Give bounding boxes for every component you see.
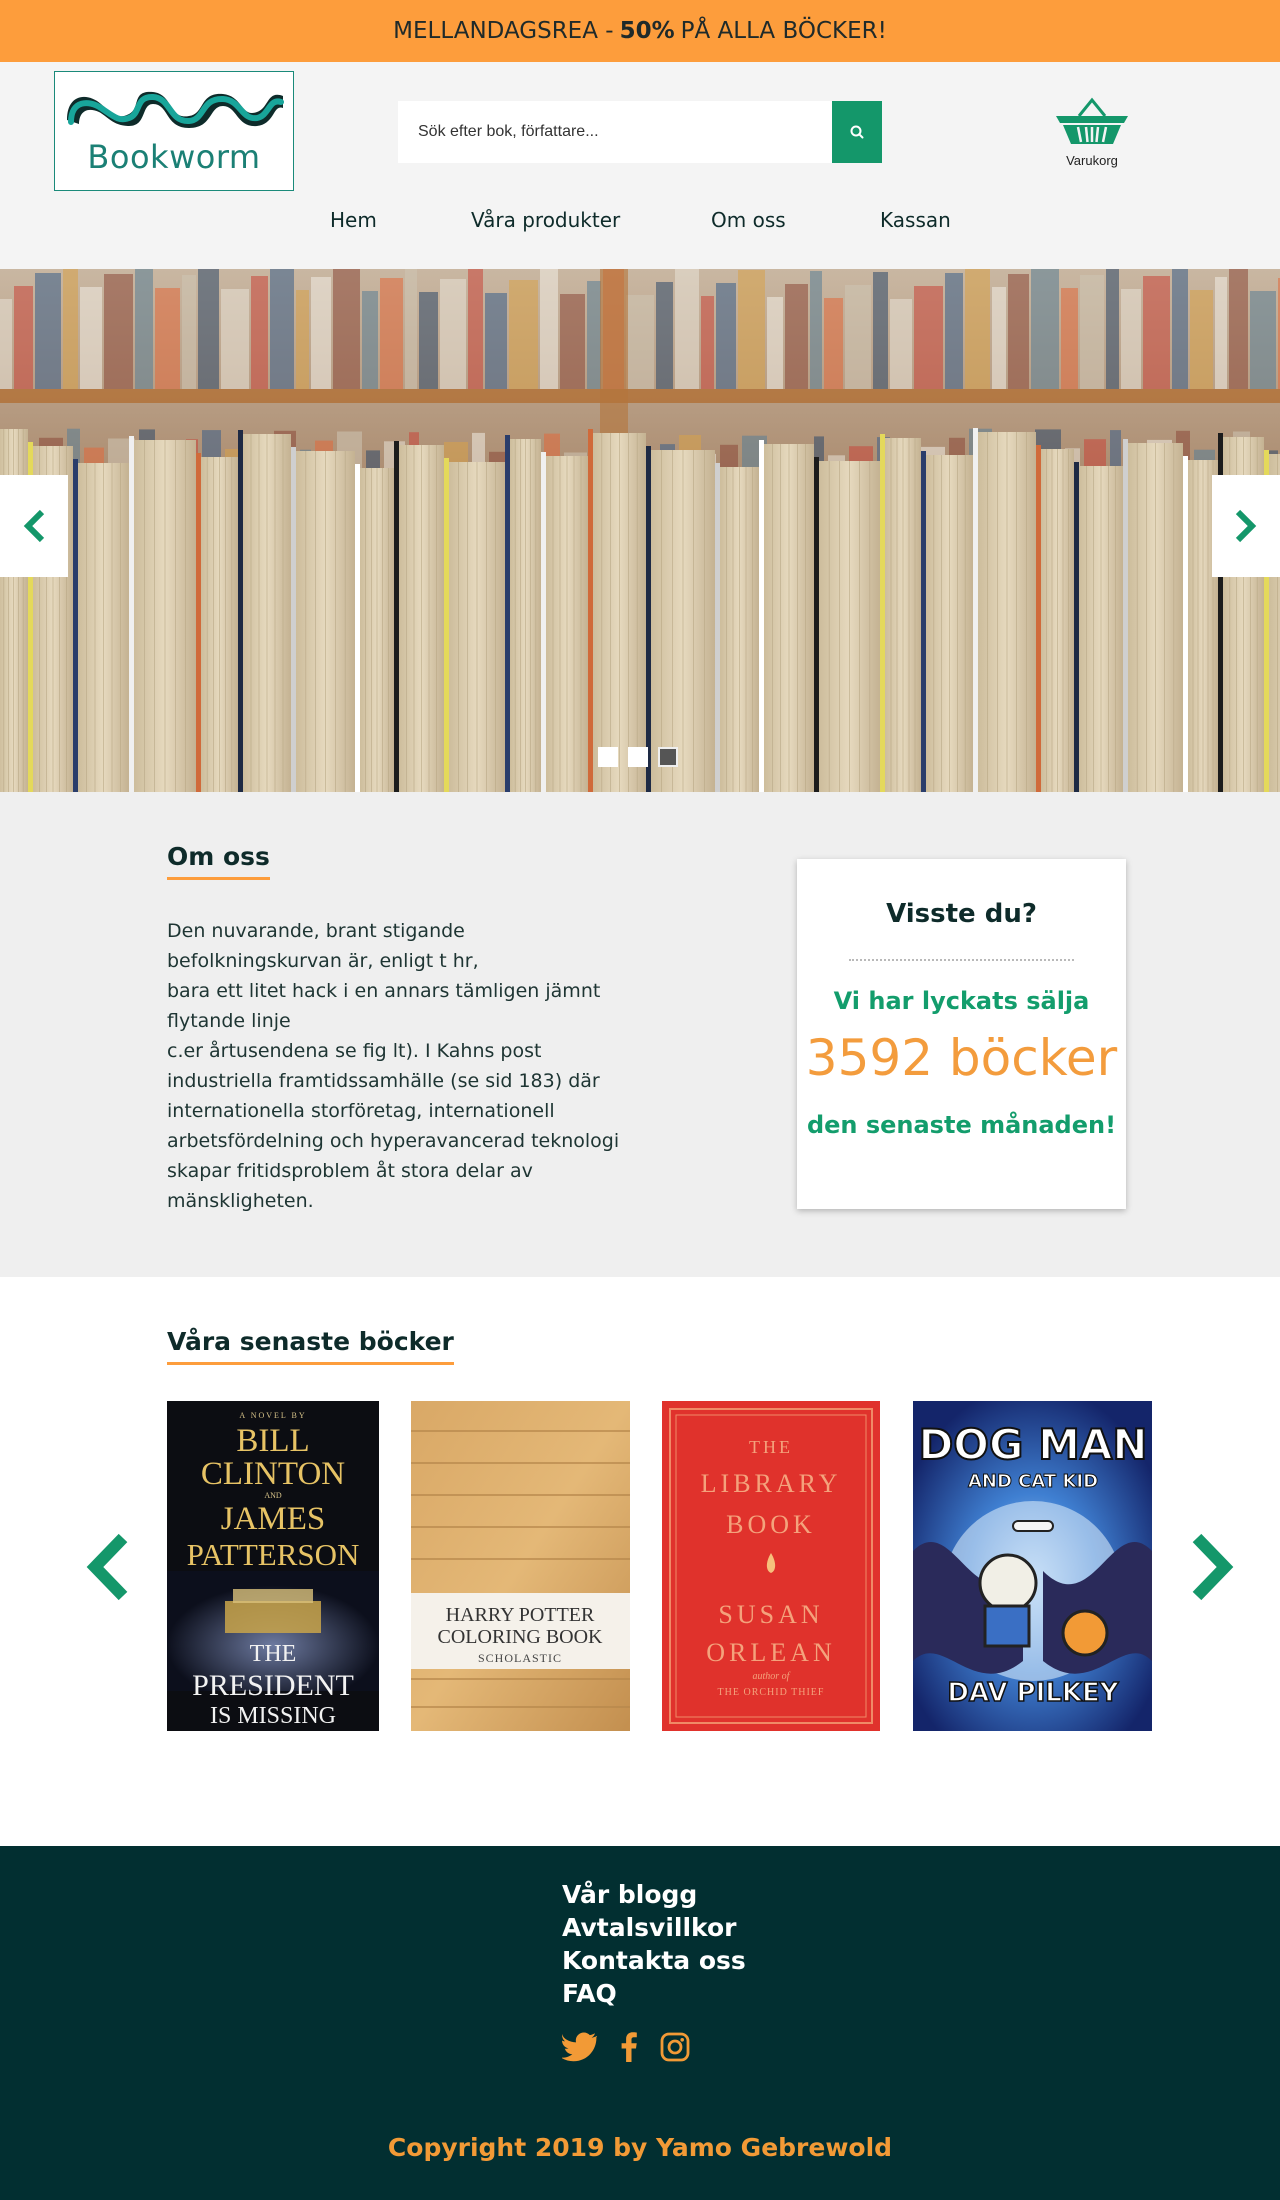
- book-text: BILL: [236, 1423, 309, 1459]
- nav-item-om-oss[interactable]: Om oss: [711, 208, 786, 232]
- cart-label: Varukorg: [1066, 153, 1118, 168]
- hero-prev-button[interactable]: [0, 475, 68, 577]
- footer-link-contact[interactable]: Kontakta oss: [562, 1944, 746, 1977]
- chevron-right-icon: [1192, 1533, 1234, 1601]
- about-section: Om oss Den nuvarande, brant stigande bef…: [0, 792, 1280, 1277]
- book-cover-president-is-missing[interactable]: A NOVEL BY BILL CLINTON AND JAMES PATTER…: [167, 1401, 379, 1731]
- book-text: author of: [753, 1671, 791, 1682]
- books-prev-button[interactable]: [78, 1527, 138, 1607]
- book-text: IS MISSING: [210, 1703, 336, 1729]
- site-footer: Vår blogg Avtalsvillkor Kontakta oss FAQ…: [0, 1846, 1280, 2200]
- about-line: internationella storföretag, internation…: [167, 1100, 555, 1122]
- worm-logo-icon: [67, 91, 284, 128]
- nav-item-vara-produkter[interactable]: Våra produkter: [471, 208, 620, 232]
- fact-line-1: Vi har lyckats sälja: [833, 987, 1090, 1015]
- about-line: mänskligheten.: [167, 1190, 314, 1212]
- carousel-dot-3[interactable]: [658, 747, 678, 767]
- latest-books-section: Våra senaste böcker A NOVEL BY BILL CLIN…: [0, 1277, 1280, 1846]
- book-cover-harry-potter-coloring[interactable]: HARRY POTTER COLORING BOOK SCHOLASTIC: [411, 1401, 630, 1731]
- carousel-indicators: [598, 747, 678, 767]
- book-text: CLINTON: [201, 1456, 345, 1492]
- book-text: THE ORCHID THIEF: [718, 1687, 825, 1698]
- fact-title: Visste du?: [886, 899, 1037, 929]
- bookshelf-photo: [0, 269, 1280, 792]
- cart-button[interactable]: Varukorg: [1052, 96, 1132, 168]
- footer-links: Vår blogg Avtalsvillkor Kontakta oss FAQ: [562, 1878, 746, 2010]
- twitter-icon: [562, 2032, 598, 2062]
- promo-highlight: 50%: [619, 18, 675, 44]
- about-line: skapar fritidsproblem åt stora delar av: [167, 1160, 533, 1182]
- about-line: c.er årtusendena se fig lt). I Kahns pos…: [167, 1040, 542, 1062]
- book-text: THE: [749, 1437, 793, 1457]
- nav-item-hem[interactable]: Hem: [330, 208, 377, 232]
- promo-banner: MELLANDAGSREA - 50% PÅ ALLA BÖCKER!: [0, 0, 1280, 62]
- hero-carousel: [0, 269, 1280, 792]
- instagram-icon: [660, 2032, 690, 2062]
- search-bar: [398, 101, 882, 163]
- chevron-left-icon: [23, 509, 45, 543]
- book-text: SCHOLASTIC: [478, 1651, 562, 1665]
- about-line: bara ett litet hack i en annars tämligen…: [167, 980, 601, 1002]
- book-text: JAMES: [221, 1501, 326, 1537]
- carousel-dot-2[interactable]: [628, 747, 648, 767]
- about-line: befolkningskurvan är, enligt t hr,: [167, 950, 479, 972]
- book-text: HARRY POTTER: [446, 1604, 595, 1626]
- copyright: Copyright 2019 by Yamo Gebrewold: [387, 2133, 893, 2162]
- book-text: AND: [264, 1491, 282, 1500]
- basket-icon: [1056, 97, 1128, 144]
- site-header: Bookworm Varukorg Hem Våra produkter Om …: [0, 62, 1280, 269]
- book-text: A NOVEL BY: [239, 1411, 306, 1420]
- book-text: AND CAT KID: [968, 1471, 1098, 1492]
- carousel-dot-1[interactable]: [598, 747, 618, 767]
- search-icon: [850, 125, 864, 139]
- facebook-icon: [621, 2032, 637, 2062]
- fact-card: Visste du? Vi har lyckats sälja 3592 böc…: [797, 859, 1126, 1209]
- fact-line-2: den senaste månaden!: [806, 1111, 1117, 1139]
- book-text: DAV PILKEY: [947, 1678, 1119, 1708]
- chevron-right-icon: [1235, 509, 1257, 543]
- book-text: ORLEAN: [706, 1638, 835, 1667]
- fact-divider: [849, 959, 1074, 961]
- about-line: flytande linje: [167, 1010, 291, 1032]
- book-cover-library-book[interactable]: THE LIBRARY BOOK SUSAN ORLEAN author of …: [662, 1401, 880, 1731]
- book-text: DOG MAN: [918, 1420, 1147, 1469]
- footer-link-blog[interactable]: Vår blogg: [562, 1878, 746, 1911]
- logo[interactable]: Bookworm: [54, 71, 294, 191]
- social-links: [562, 2032, 690, 2062]
- footer-link-terms[interactable]: Avtalsvillkor: [562, 1911, 746, 1944]
- about-title: Om oss: [167, 842, 270, 880]
- main-nav: Hem Våra produkter Om oss Kassan: [0, 208, 1280, 248]
- book-cover-dog-man[interactable]: DOG MAN AND CAT KID DAV PILKEY: [913, 1401, 1152, 1731]
- search-input[interactable]: [398, 101, 832, 163]
- book-text: BOOK: [726, 1510, 816, 1539]
- nav-item-kassan[interactable]: Kassan: [880, 208, 951, 232]
- twitter-link[interactable]: [562, 2032, 598, 2062]
- book-text: PRESIDENT: [192, 1669, 354, 1702]
- promo-prefix: MELLANDAGSREA -: [393, 18, 614, 44]
- book-text: LIBRARY: [701, 1469, 842, 1498]
- book-text: COLORING BOOK: [438, 1626, 604, 1648]
- book-text: PATTERSON: [187, 1537, 360, 1572]
- search-button[interactable]: [832, 101, 882, 163]
- books-title: Våra senaste böcker: [167, 1327, 454, 1365]
- book-text: SUSAN: [718, 1600, 823, 1629]
- book-text: THE: [250, 1641, 297, 1667]
- hero-next-button[interactable]: [1212, 475, 1280, 577]
- logo-text: Bookworm: [87, 138, 261, 176]
- promo-suffix: PÅ ALLA BÖCKER!: [680, 18, 887, 44]
- about-line: industriella framtidssamhälle (se sid 18…: [167, 1070, 600, 1092]
- footer-link-faq[interactable]: FAQ: [562, 1977, 746, 2010]
- about-line: Den nuvarande, brant stigande: [167, 920, 465, 942]
- instagram-link[interactable]: [660, 2032, 690, 2062]
- about-text: Den nuvarande, brant stigande befolkning…: [167, 916, 647, 1216]
- about-line: arbetsfördelning och hyperavancerad tekn…: [167, 1130, 620, 1152]
- books-next-button[interactable]: [1182, 1527, 1242, 1607]
- fact-number: 3592 böcker: [805, 1029, 1118, 1087]
- facebook-link[interactable]: [620, 2032, 638, 2062]
- chevron-left-icon: [86, 1533, 128, 1601]
